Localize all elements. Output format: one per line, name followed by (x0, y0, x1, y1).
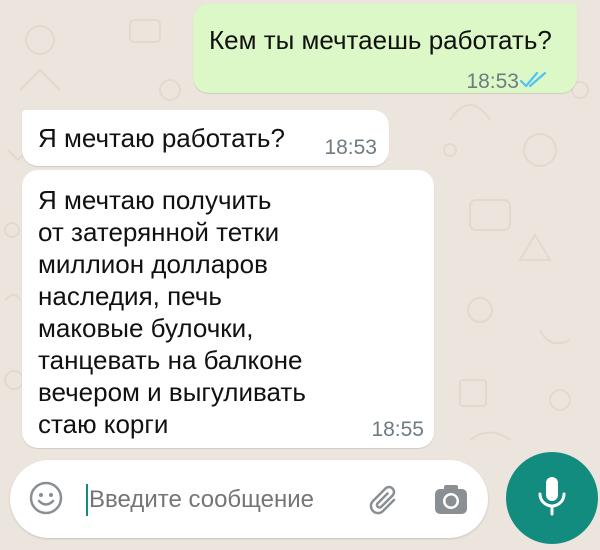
message-text: Кем ты мечтаешь работать? (209, 25, 552, 55)
microphone-icon (535, 474, 569, 523)
message-text: Я мечтаю получить от затерянной тетки ми… (38, 185, 306, 439)
camera-icon[interactable] (432, 482, 470, 523)
message-incoming[interactable]: Я мечтаю работать? 18:53 (22, 110, 389, 166)
message-input[interactable] (89, 486, 339, 514)
voice-record-button[interactable] (506, 452, 598, 544)
text-cursor (86, 484, 88, 516)
attach-icon[interactable] (364, 480, 404, 525)
message-outgoing[interactable]: Кем ты мечтаешь работать? 18:53 (193, 4, 577, 93)
message-text: Я мечтаю работать? (38, 123, 285, 153)
message-time: 18:53 (466, 70, 519, 93)
message-time: 18:53 (324, 136, 377, 159)
message-composer[interactable] (10, 460, 488, 538)
message-time: 18:55 (371, 418, 424, 441)
double-check-read-icon (519, 70, 549, 95)
message-incoming[interactable]: Я мечтаю получить от затерянной тетки ми… (22, 170, 434, 448)
emoji-icon[interactable] (28, 480, 64, 521)
